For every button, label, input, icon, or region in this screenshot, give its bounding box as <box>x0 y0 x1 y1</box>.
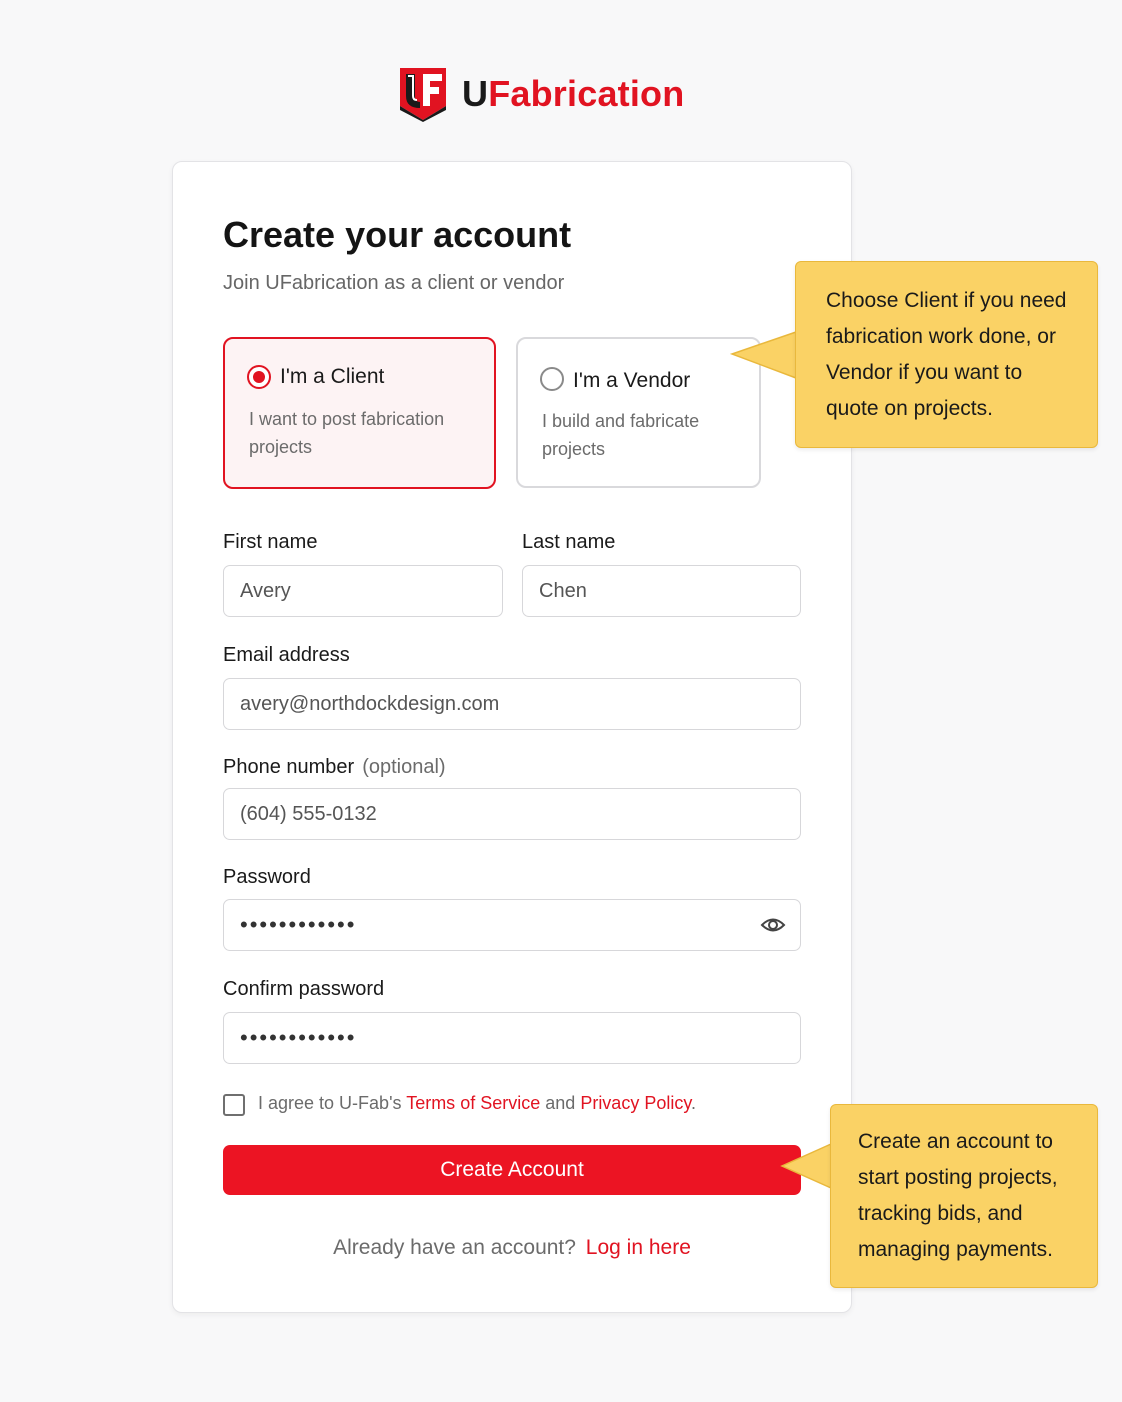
uf-shield-logo-icon <box>400 68 446 122</box>
first-name-input[interactable]: Avery <box>223 565 503 617</box>
role-option-client[interactable]: I'm a Client I want to post fabrication … <box>223 337 496 489</box>
terms-text: I agree to U-Fab's Terms of Service and … <box>258 1093 696 1114</box>
role-title-client: I'm a Client <box>280 365 385 388</box>
password-value: •••••••••••• <box>240 912 357 937</box>
callout-tail-create <box>780 1143 832 1189</box>
confirm-password-value: •••••••••••• <box>240 1025 357 1050</box>
first-name-label: First name <box>223 531 318 553</box>
client-radio[interactable] <box>247 365 271 389</box>
terms-suffix: . <box>691 1093 697 1113</box>
login-prompt-text: Already have an account? <box>333 1236 576 1259</box>
confirm-password-input[interactable]: •••••••••••• <box>223 1012 801 1064</box>
phone-label-text: Phone number <box>223 756 355 778</box>
callout-tail-role <box>730 331 797 379</box>
privacy-policy-link[interactable]: Privacy Policy <box>580 1093 691 1113</box>
email-value: avery@northdockdesign.com <box>240 692 500 715</box>
callout-role-text: Choose Client if you need fabrication wo… <box>826 289 1067 420</box>
last-name-value: Chen <box>539 579 587 602</box>
phone-label: Phone number (optional) <box>223 756 446 779</box>
first-name-value: Avery <box>240 579 291 602</box>
password-label: Password <box>223 866 311 888</box>
email-label: Email address <box>223 644 350 666</box>
brand-header: UFabrication <box>398 66 684 122</box>
vendor-radio[interactable] <box>540 367 564 391</box>
page-title: Create your account <box>223 214 572 255</box>
create-account-button[interactable]: Create Account <box>223 1145 801 1195</box>
eye-icon[interactable] <box>760 914 786 936</box>
phone-input[interactable]: (604) 555-0132 <box>223 788 801 840</box>
terms-prefix: I agree to U-Fab's <box>258 1093 402 1113</box>
terms-of-service-link[interactable]: Terms of Service <box>406 1093 540 1113</box>
role-title-vendor: I'm a Vendor <box>573 369 691 392</box>
role-option-vendor[interactable]: I'm a Vendor I build and fabricate proje… <box>516 337 761 488</box>
phone-value: (604) 555-0132 <box>240 802 377 825</box>
login-link[interactable]: Log in here <box>586 1236 691 1259</box>
brand-name: UFabrication <box>462 73 685 114</box>
role-desc-vendor: I build and fabricate projects <box>542 411 700 459</box>
callout-create-text: Create an account to start posting proje… <box>858 1130 1058 1261</box>
terms-checkbox[interactable] <box>223 1094 245 1116</box>
last-name-input[interactable]: Chen <box>522 565 801 617</box>
email-input[interactable]: avery@northdockdesign.com <box>223 678 801 730</box>
page-subtitle: Join UFabrication as a client or vendor <box>223 272 565 294</box>
password-input[interactable]: •••••••••••• <box>223 899 801 951</box>
phone-optional-note: (optional) <box>362 756 446 778</box>
role-desc-client: I want to post fabrication projects <box>249 409 445 457</box>
login-prompt: Already have an account? Log in here <box>173 1236 851 1260</box>
confirm-password-label: Confirm password <box>223 978 385 1000</box>
last-name-label: Last name <box>522 531 616 553</box>
terms-and: and <box>545 1093 576 1113</box>
callout-create-hint: Create an account to start posting proje… <box>830 1104 1098 1288</box>
callout-role-hint: Choose Client if you need fabrication wo… <box>795 261 1098 448</box>
